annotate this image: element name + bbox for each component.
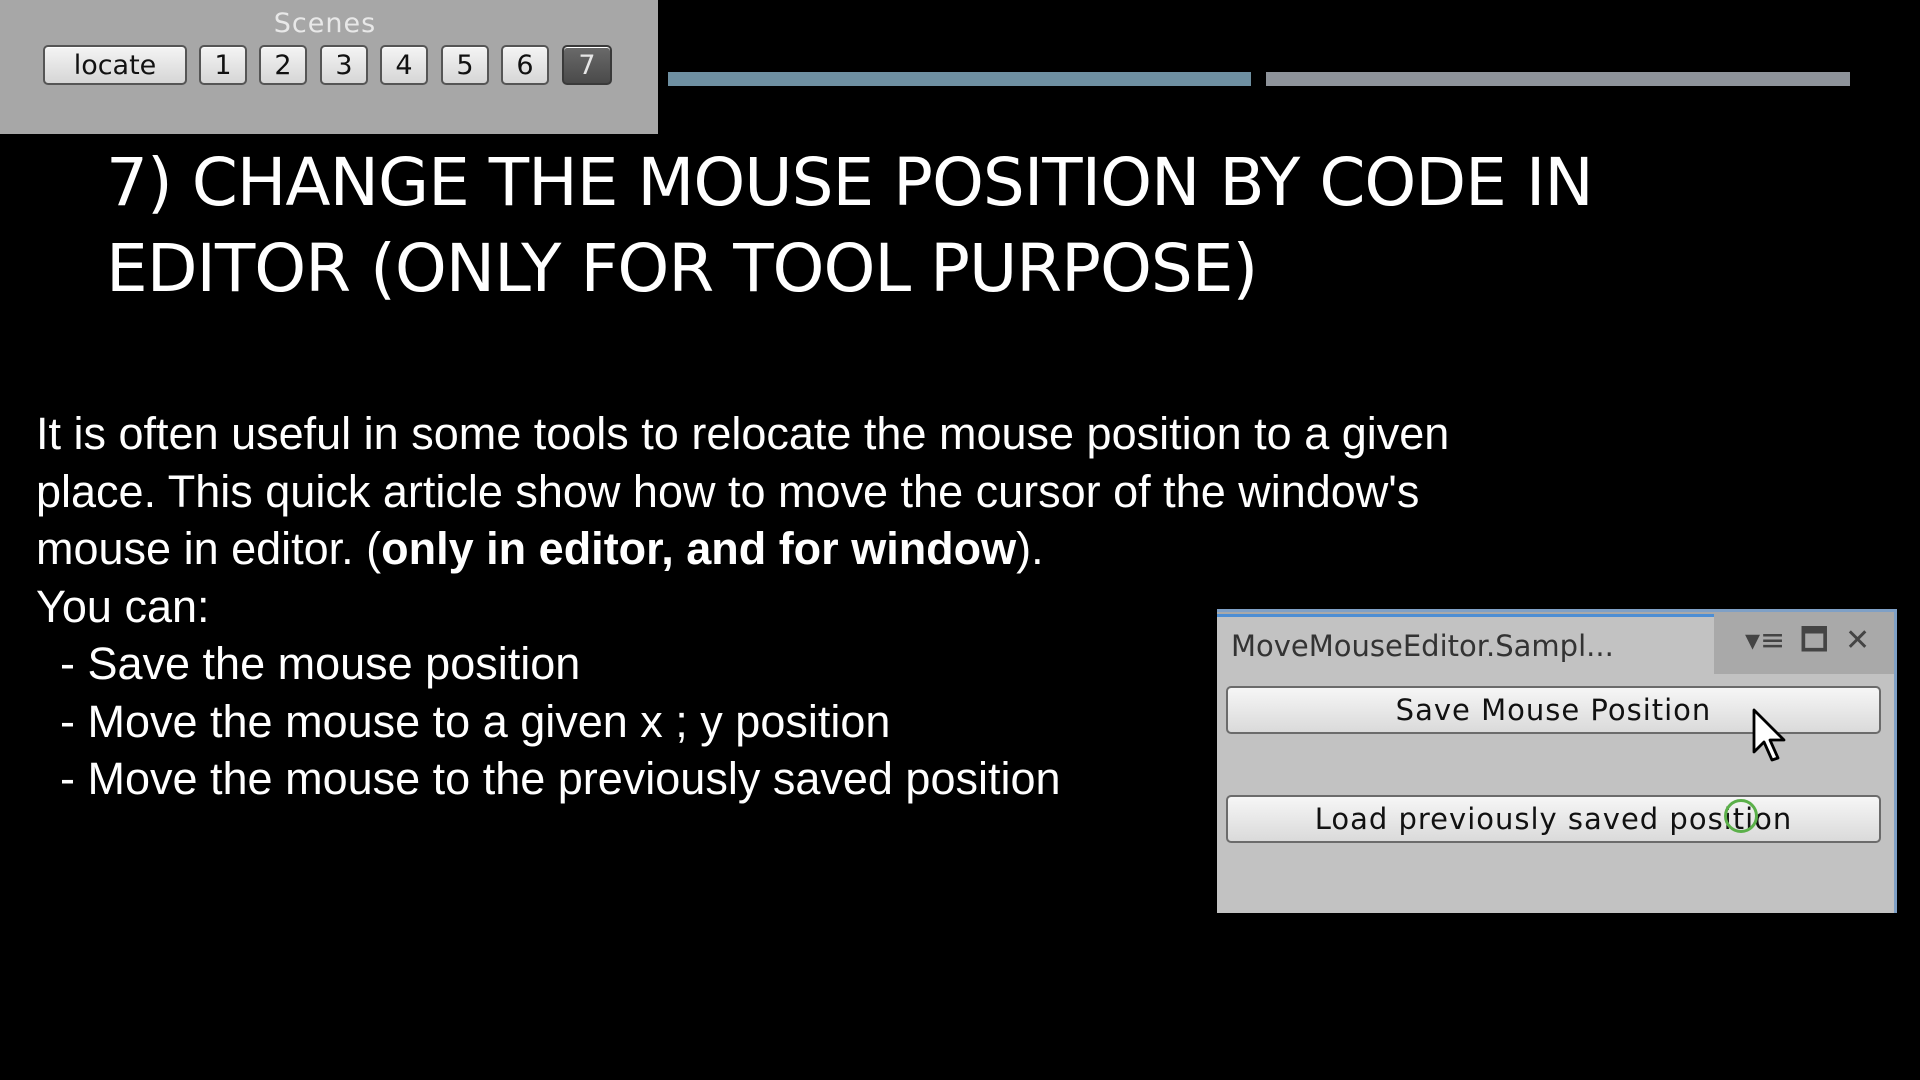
menu-icon[interactable]: ▾≡: [1745, 626, 1785, 656]
paragraph-line-3-end: ).: [1016, 523, 1044, 574]
maximize-icon[interactable]: 🗖: [1800, 626, 1829, 656]
scenes-panel: Scenes locate 1 2 3 4 5 6 7: [0, 0, 658, 134]
locate-button[interactable]: locate: [43, 45, 187, 85]
paragraph-line-2: place. This quick article show how to mo…: [36, 465, 1420, 517]
click-indicator-icon: [1724, 799, 1758, 833]
paragraph-bold-text: only in editor, and for window: [381, 523, 1017, 574]
scene-button-1[interactable]: 1: [199, 45, 247, 85]
progress-bar-segment-2: [1266, 72, 1850, 86]
close-icon[interactable]: ✕: [1845, 626, 1870, 656]
slide-title-line-2: EDITOR (ONLY FOR TOOL PURPOSE): [106, 230, 1258, 307]
load-saved-position-button[interactable]: Load previously saved position: [1226, 795, 1881, 843]
slide-title-line-1: 7) CHANGE THE MOUSE POSITION BY CODE IN: [106, 144, 1594, 221]
scene-button-5[interactable]: 5: [441, 45, 489, 85]
paragraph-line-1: It is often useful in some tools to relo…: [36, 408, 1450, 459]
scenes-title: Scenes: [273, 8, 377, 39]
scene-button-4[interactable]: 4: [380, 45, 428, 85]
editor-window: MoveMouseEditor.Sampl... ▾≡ 🗖 ✕ Save Mou…: [1217, 609, 1897, 913]
progress-bar-segment-1: [668, 72, 1251, 86]
scene-button-2[interactable]: 2: [259, 45, 307, 85]
paragraph-line-3-start: mouse in editor. (: [36, 523, 382, 574]
mouse-cursor-icon: [1752, 708, 1786, 762]
scene-button-7[interactable]: 7: [562, 45, 612, 85]
editor-tab-bar: MoveMouseEditor.Sampl... ▾≡ 🗖 ✕: [1217, 612, 1894, 674]
editor-tab[interactable]: MoveMouseEditor.Sampl...: [1217, 614, 1714, 674]
scene-button-3[interactable]: 3: [320, 45, 368, 85]
paragraph-line-3: mouse in editor. (only in editor, and fo…: [36, 520, 1616, 578]
slide-title: 7) CHANGE THE MOUSE POSITION BY CODE IN …: [106, 140, 1866, 312]
scene-button-6[interactable]: 6: [501, 45, 549, 85]
